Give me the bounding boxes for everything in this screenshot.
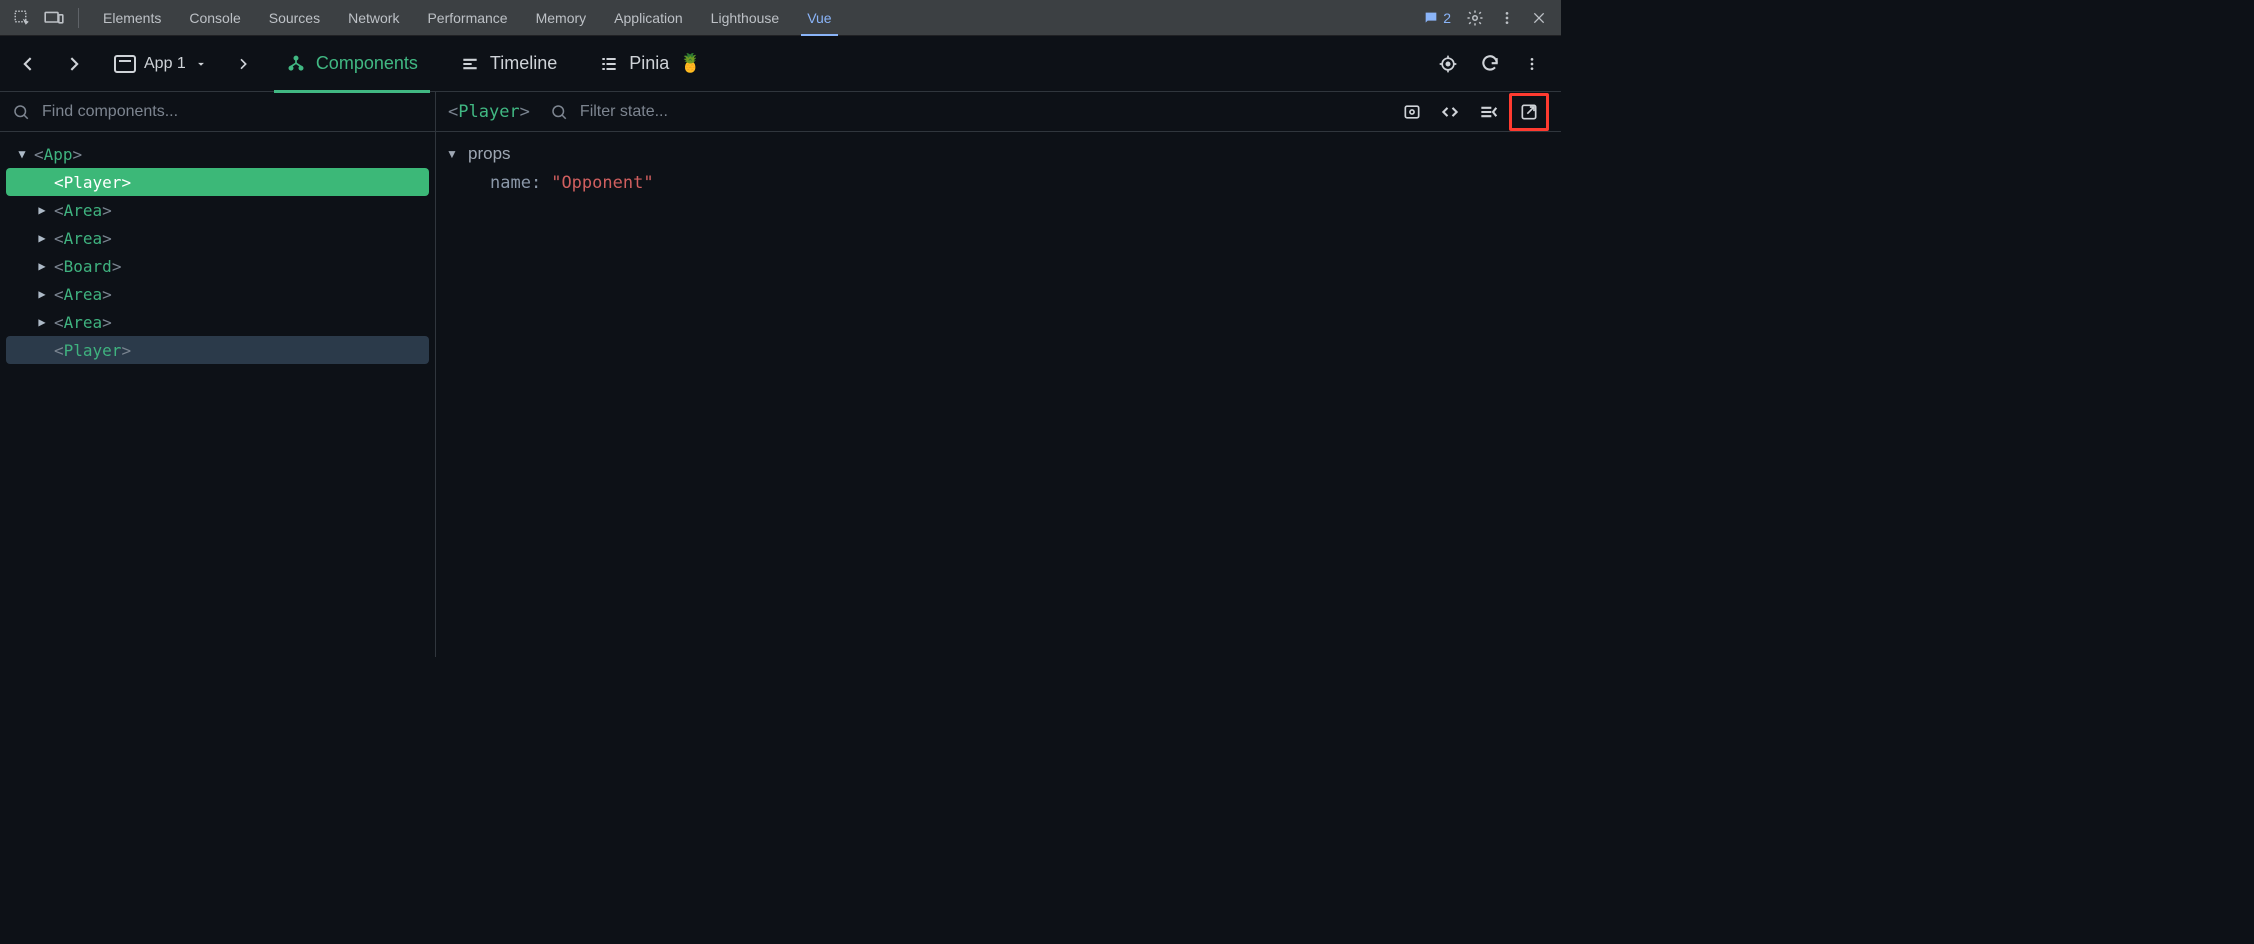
inspect-dom-icon[interactable] [1471,95,1505,129]
state-pane: ▼ props name:"Opponent" [436,132,1561,657]
close-icon[interactable] [1525,4,1553,32]
devtools-tabs: ElementsConsoleSourcesNetworkPerformance… [89,0,846,36]
expand-arrow-icon[interactable]: ▶ [34,203,50,217]
inspect-element-icon[interactable] [8,4,36,32]
components-icon [286,54,306,74]
pinia-list-icon [599,54,619,74]
tab-pinia[interactable]: Pinia 🍍 [581,36,719,92]
tab-label: Components [316,53,418,74]
tab-label: Pinia [629,53,669,74]
component-tag: <Area> [54,313,112,332]
vue-devtools-bar: App 1 Components Timeline Pinia 🍍 [0,36,1561,92]
settings-icon[interactable] [1461,4,1489,32]
prop-value: "Opponent" [551,173,653,193]
tree-node-area[interactable]: ▶ <Area> [6,308,429,336]
selected-component-breadcrumb: <Player> [448,102,530,122]
separator [78,8,79,28]
tree-node-app[interactable]: ▼ <App> [6,140,429,168]
find-components-input[interactable] [40,102,423,122]
scroll-to-component-icon[interactable] [1395,95,1429,129]
tree-node-player[interactable]: <Player> [6,168,429,196]
devtools-tab-application[interactable]: Application [600,0,697,36]
breadcrumb-chevron-icon [224,45,262,83]
target-icon[interactable] [1429,45,1467,83]
component-tag: <App> [34,145,82,164]
component-tag: <Board> [54,257,121,276]
timeline-icon [460,54,480,74]
tree-node-player[interactable]: <Player> [6,336,429,364]
prop-row-name[interactable]: name:"Opponent" [446,168,1551,198]
messages-button[interactable]: 2 [1417,4,1457,32]
component-tree: ▼ <App> <Player> ▶ <Area> ▶ <Area> ▶ <Board> ▶ <Ar… [6,140,429,364]
devtools-tab-lighthouse[interactable]: Lighthouse [697,0,794,36]
nav-forward-button[interactable] [54,45,92,83]
kebab-menu-icon[interactable] [1513,45,1551,83]
tree-node-board[interactable]: ▶ <Board> [6,252,429,280]
component-tag: <Player> [54,341,131,360]
main-split: ▼ <App> <Player> ▶ <Area> ▶ <Area> ▶ <Board> ▶ <Ar… [0,132,1561,657]
expand-arrow-icon[interactable]: ▶ [34,315,50,329]
search-icon [12,103,30,121]
tab-components[interactable]: Components [268,36,436,92]
chevron-down-icon [194,57,208,71]
kebab-menu-icon[interactable] [1493,4,1521,32]
devtools-tab-memory[interactable]: Memory [522,0,601,36]
state-group-header[interactable]: ▼ props [446,140,1551,168]
tab-timeline[interactable]: Timeline [442,36,575,92]
devtools-tab-console[interactable]: Console [175,0,254,36]
props-list: name:"Opponent" [446,168,1551,198]
component-tag: <Player> [54,173,131,192]
tree-node-area[interactable]: ▶ <Area> [6,196,429,224]
devtools-tab-network[interactable]: Network [334,0,413,36]
messages-count: 2 [1443,10,1451,26]
devtools-top-bar: ElementsConsoleSourcesNetworkPerformance… [0,0,1561,36]
search-icon [550,103,568,121]
state-group-label: props [468,144,511,164]
open-in-editor-button[interactable] [1509,93,1549,131]
pineapple-icon: 🍍 [679,53,701,74]
show-render-code-icon[interactable] [1433,95,1467,129]
app-icon [114,55,136,73]
collapse-arrow-icon: ▼ [446,147,460,161]
filter-state-input[interactable] [578,102,1385,122]
component-tag: <Area> [54,285,112,304]
expand-arrow-icon[interactable]: ▶ [34,259,50,273]
devtools-tab-performance[interactable]: Performance [413,0,521,36]
expand-arrow-icon[interactable]: ▶ [34,231,50,245]
nav-back-button[interactable] [10,45,48,83]
devtools-tab-vue[interactable]: Vue [793,0,845,36]
prop-key: name [490,173,531,193]
app-selector[interactable]: App 1 [104,45,218,83]
component-tree-pane: ▼ <App> <Player> ▶ <Area> ▶ <Area> ▶ <Board> ▶ <Ar… [0,132,436,657]
devtools-tab-sources[interactable]: Sources [255,0,334,36]
tree-node-area[interactable]: ▶ <Area> [6,224,429,252]
component-tag: <Area> [54,229,112,248]
device-toolbar-icon[interactable] [40,4,68,32]
devtools-tab-elements[interactable]: Elements [89,0,175,36]
tab-label: Timeline [490,53,557,74]
filter-row: <Player> [0,92,1561,132]
refresh-icon[interactable] [1471,45,1509,83]
expand-arrow-icon[interactable]: ▶ [34,287,50,301]
tree-node-area[interactable]: ▶ <Area> [6,280,429,308]
component-tag: <Area> [54,201,112,220]
collapse-arrow-icon[interactable]: ▼ [14,147,30,161]
app-selector-label: App 1 [144,55,186,73]
